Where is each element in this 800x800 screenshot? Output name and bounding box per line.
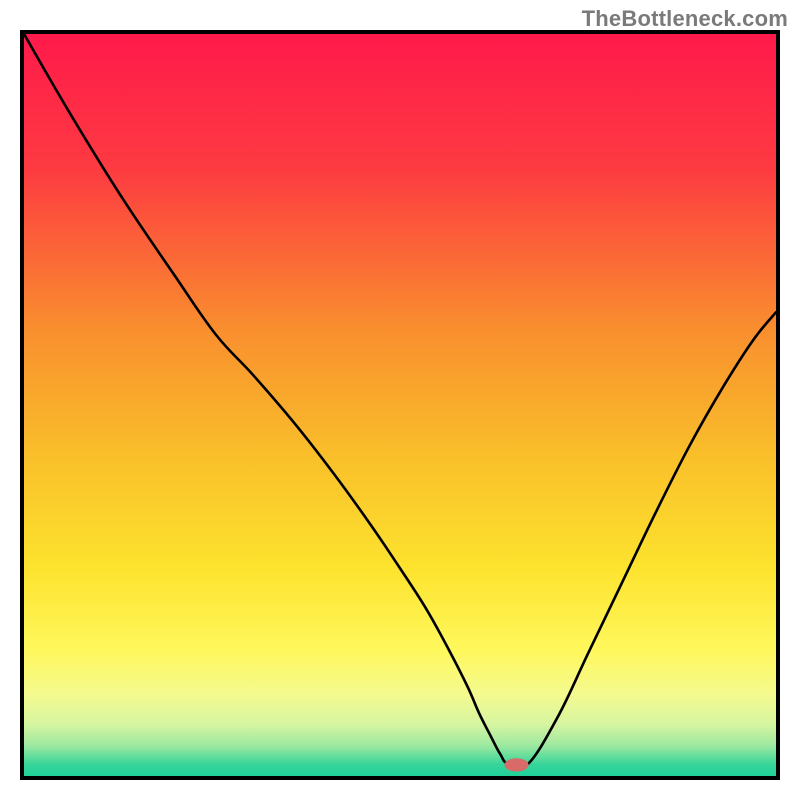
optimum-marker [505,758,529,771]
plot-area [20,30,780,780]
attribution-text: TheBottleneck.com [582,6,788,32]
chart-curve-layer [24,34,776,776]
chart-container: TheBottleneck.com [0,0,800,800]
bottleneck-curve [24,34,776,768]
